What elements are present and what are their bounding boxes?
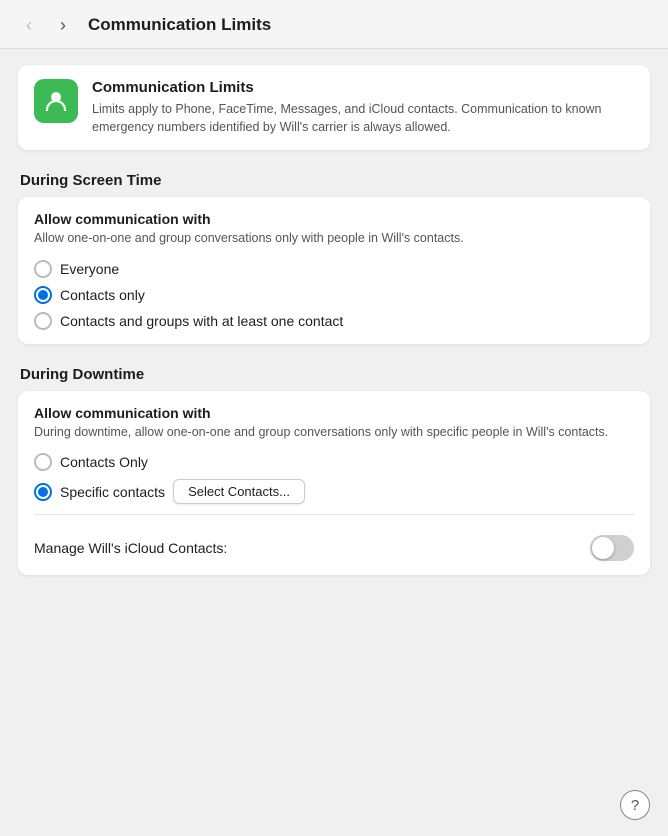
select-contacts-button[interactable]: Select Contacts...: [173, 479, 305, 504]
screen-time-heading: During Screen Time: [18, 172, 650, 189]
page-title: Communication Limits: [88, 15, 271, 35]
radio-specific-contacts[interactable]: Specific contacts Select Contacts...: [34, 479, 634, 504]
specific-contacts-row: Specific contacts Select Contacts...: [60, 479, 305, 504]
screen-time-radio-group: Everyone Contacts only Contacts and grou…: [34, 260, 634, 330]
radio-everyone-label: Everyone: [60, 261, 119, 277]
manage-icloud-label: Manage Will's iCloud Contacts:: [34, 540, 227, 556]
app-icon: [34, 79, 78, 123]
downtime-card-subtitle: During downtime, allow one-on-one and gr…: [34, 424, 634, 442]
radio-contacts-groups-label: Contacts and groups with at least one co…: [60, 313, 343, 329]
card-divider: [34, 514, 634, 515]
radio-specific-contacts-circle: [34, 483, 52, 501]
content-area: Communication Limits Limits apply to Pho…: [0, 49, 668, 613]
radio-contacts-groups-circle: [34, 312, 52, 330]
radio-specific-contacts-label: Specific contacts: [60, 484, 165, 500]
radio-contacts-only-circle: [34, 286, 52, 304]
app-description: Limits apply to Phone, FaceTime, Message…: [92, 100, 634, 136]
radio-downtime-contacts-only-label: Contacts Only: [60, 454, 148, 470]
radio-downtime-contacts-only[interactable]: Contacts Only: [34, 453, 634, 471]
help-icon: ?: [631, 797, 639, 814]
downtime-radio-group: Contacts Only Specific contacts Select C…: [34, 453, 634, 504]
screen-time-card-title: Allow communication with: [34, 211, 634, 227]
app-header-card: Communication Limits Limits apply to Pho…: [18, 65, 650, 150]
forward-button[interactable]: ›: [50, 12, 76, 38]
nav-bar: ‹ › Communication Limits: [0, 0, 668, 49]
radio-everyone[interactable]: Everyone: [34, 260, 634, 278]
forward-icon: ›: [60, 15, 66, 36]
help-button[interactable]: ?: [620, 790, 650, 820]
screen-time-card-subtitle: Allow one-on-one and group conversations…: [34, 230, 634, 248]
downtime-heading: During Downtime: [18, 366, 650, 383]
back-icon: ‹: [26, 15, 32, 36]
radio-downtime-contacts-only-circle: [34, 453, 52, 471]
radio-contacts-only[interactable]: Contacts only: [34, 286, 634, 304]
screen-time-card: Allow communication with Allow one-on-on…: [18, 197, 650, 344]
app-info: Communication Limits Limits apply to Pho…: [92, 79, 634, 136]
radio-everyone-circle: [34, 260, 52, 278]
radio-contacts-groups[interactable]: Contacts and groups with at least one co…: [34, 312, 634, 330]
downtime-card-title: Allow communication with: [34, 405, 634, 421]
manage-icloud-toggle[interactable]: [590, 535, 634, 561]
downtime-card: Allow communication with During downtime…: [18, 391, 650, 576]
app-title: Communication Limits: [92, 79, 634, 96]
manage-icloud-row: Manage Will's iCloud Contacts:: [34, 525, 634, 561]
back-button[interactable]: ‹: [16, 12, 42, 38]
communication-limits-icon: [43, 88, 69, 114]
radio-contacts-only-label: Contacts only: [60, 287, 145, 303]
